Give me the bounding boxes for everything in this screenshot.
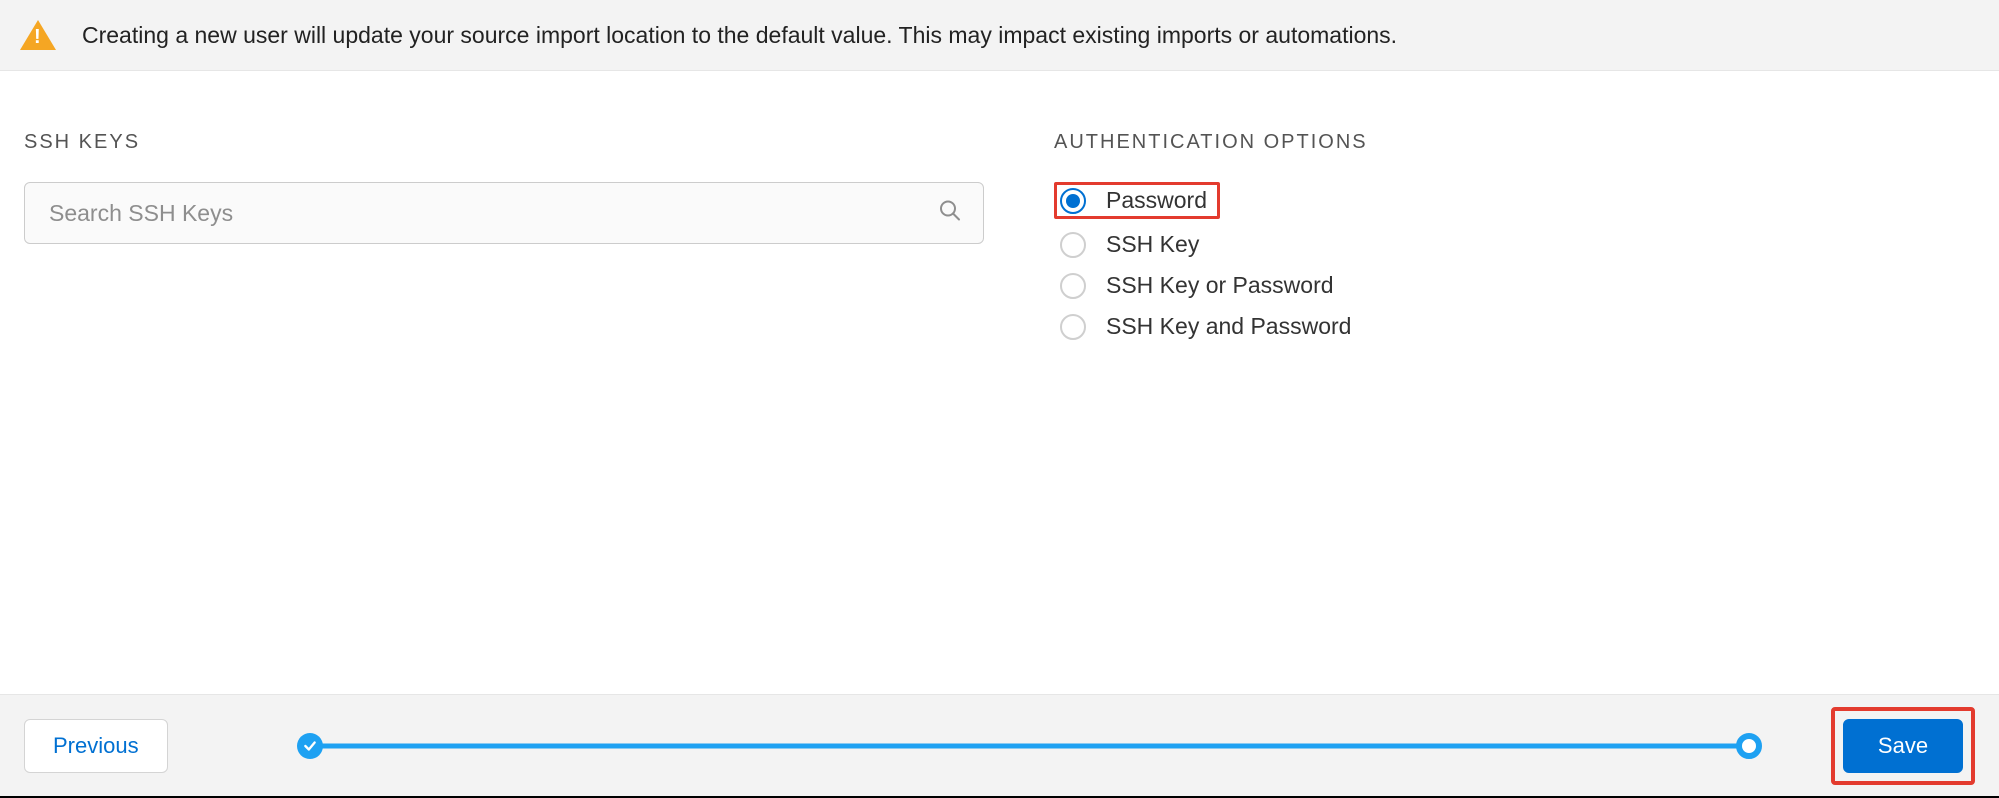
warning-message: Creating a new user will update your sou…	[82, 22, 1397, 49]
radio-icon	[1060, 273, 1086, 299]
radio-label: Password	[1106, 187, 1207, 214]
ssh-search-wrap	[24, 182, 984, 244]
auth-option-ssh-and-password[interactable]: SSH Key and Password	[1054, 311, 1975, 342]
ssh-keys-heading: SSH KEYS	[24, 131, 984, 154]
auth-radio-list: Password SSH Key SSH Key or Password SSH…	[1054, 182, 1975, 342]
auth-options-section: AUTHENTICATION OPTIONS Password SSH Key …	[1054, 131, 1975, 342]
radio-icon	[1060, 232, 1086, 258]
radio-label: SSH Key	[1106, 231, 1199, 258]
wizard-progress	[298, 732, 1761, 760]
ssh-search-input[interactable]	[24, 182, 984, 244]
progress-step-current-icon	[1736, 733, 1762, 759]
wizard-footer: Previous Save	[0, 694, 1999, 796]
auth-option-password[interactable]: Password	[1054, 182, 1220, 219]
warning-banner: Creating a new user will update your sou…	[0, 0, 1999, 71]
previous-button[interactable]: Previous	[24, 719, 168, 773]
ssh-keys-section: SSH KEYS	[24, 131, 984, 342]
save-highlight: Save	[1831, 707, 1975, 785]
auth-option-ssh-key[interactable]: SSH Key	[1054, 229, 1975, 260]
main-content: SSH KEYS AUTHENTICATION OPTIONS Password…	[0, 71, 1999, 342]
auth-option-ssh-or-password[interactable]: SSH Key or Password	[1054, 270, 1975, 301]
radio-icon	[1060, 188, 1086, 214]
radio-label: SSH Key and Password	[1106, 313, 1351, 340]
radio-label: SSH Key or Password	[1106, 272, 1334, 299]
radio-icon	[1060, 314, 1086, 340]
progress-step-complete-icon	[297, 733, 323, 759]
save-button[interactable]: Save	[1843, 719, 1963, 773]
auth-options-heading: AUTHENTICATION OPTIONS	[1054, 131, 1975, 154]
progress-line	[310, 743, 1749, 748]
warning-icon	[20, 20, 56, 50]
